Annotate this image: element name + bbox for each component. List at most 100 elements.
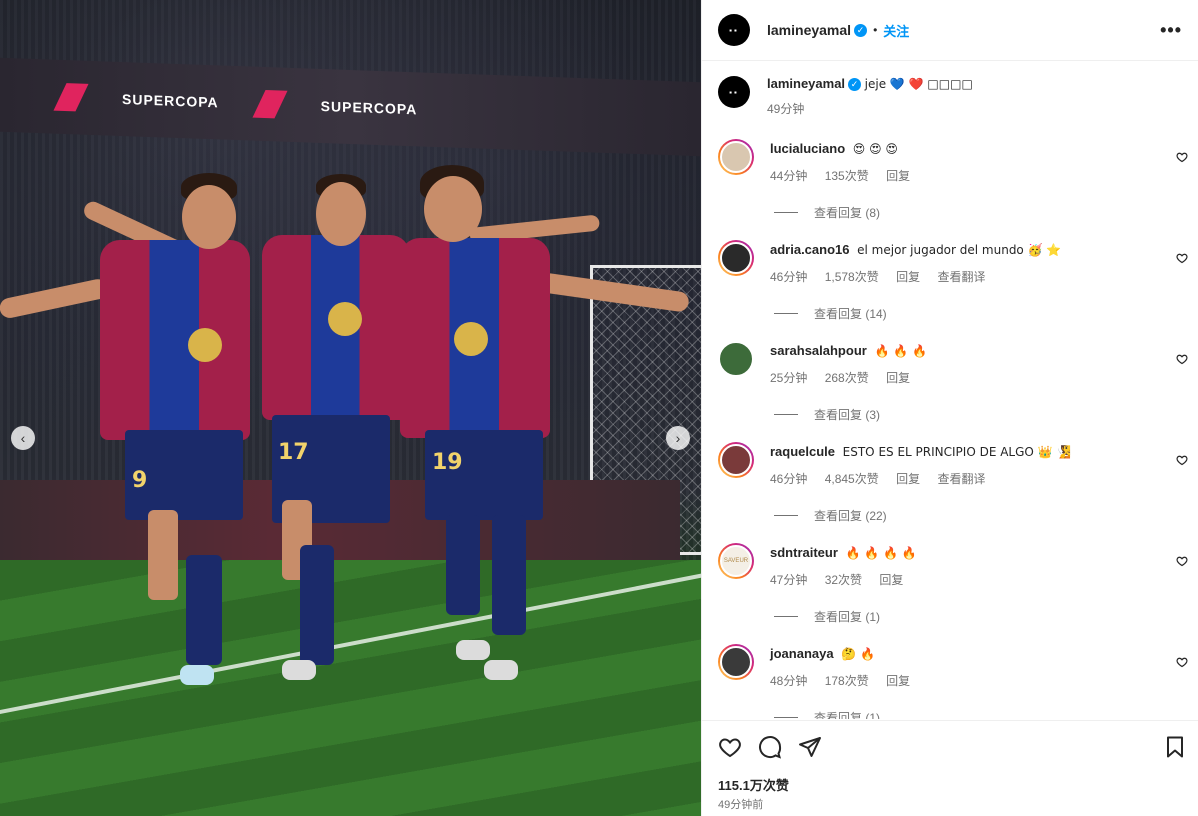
avatar-image: SAVEUR xyxy=(720,545,752,577)
view-replies-label: 查看回复 (1) xyxy=(814,610,881,624)
comment-like-icon[interactable] xyxy=(1176,151,1188,163)
view-replies-label: 查看回复 (3) xyxy=(814,408,881,422)
view-replies-button[interactable]: 查看回复 (1) xyxy=(774,709,1188,719)
comment-time: 48分钟 xyxy=(770,674,808,688)
view-replies-label: 查看回复 (1) xyxy=(814,711,881,719)
verified-icon: ✓ xyxy=(848,78,862,92)
comment-likes[interactable]: 178次赞 xyxy=(825,674,869,688)
comment-item: raquelcule ESTO ES EL PRINCIPIO DE ALGO … xyxy=(718,442,1188,524)
comment-username[interactable]: sdntraiteur xyxy=(770,545,838,560)
author-avatar[interactable]: ▪▪ xyxy=(718,14,750,46)
post-image: SUPERCOPA SUPERCOPA 9 17 19 ‹ › xyxy=(0,0,701,816)
reply-button[interactable]: 回复 xyxy=(886,371,910,385)
more-options-icon[interactable]: ••• xyxy=(1160,20,1182,41)
comment-likes[interactable]: 1,578次赞 xyxy=(825,270,879,284)
comment-username[interactable]: raquelcule xyxy=(770,444,835,459)
reply-button[interactable]: 回复 xyxy=(886,169,910,183)
view-replies-label: 查看回复 (14) xyxy=(814,307,887,321)
reply-button[interactable]: 回复 xyxy=(896,270,920,284)
translate-button[interactable]: 查看翻译 xyxy=(937,270,985,284)
commenter-avatar[interactable] xyxy=(718,240,754,276)
like-heart-icon[interactable] xyxy=(718,735,742,759)
comment-username[interactable]: adria.cano16 xyxy=(770,242,850,257)
comment-like-icon[interactable] xyxy=(1176,454,1188,466)
verified-icon: ✓ xyxy=(854,23,868,37)
chevron-right-icon: › xyxy=(675,430,681,446)
comment-likes[interactable]: 135次赞 xyxy=(825,169,869,183)
replies-divider xyxy=(774,717,798,718)
caption-time: 49分钟 xyxy=(767,102,805,117)
separator-dot: • xyxy=(873,23,878,37)
caption-username[interactable]: lamineyamal xyxy=(767,76,845,91)
follow-button[interactable]: 关注 xyxy=(883,21,909,40)
comment-text: ESTO ES EL PRINCIPIO DE ALGO 👑 🧏 xyxy=(842,445,1072,459)
comment-time: 46分钟 xyxy=(770,270,808,284)
comment-text: el mejor jugador del mundo 🥳 ⭐ xyxy=(857,243,1062,257)
caption-avatar[interactable]: ▪▪ xyxy=(718,76,750,108)
banner-slash xyxy=(53,83,89,112)
comment-time: 46分钟 xyxy=(770,472,808,486)
comment-text: 🔥 🔥 🔥 🔥 xyxy=(845,546,917,560)
commenter-avatar[interactable] xyxy=(718,442,754,478)
comment-username[interactable]: joananaya xyxy=(770,646,834,661)
comment-like-icon[interactable] xyxy=(1176,353,1188,365)
comment-likes[interactable]: 268次赞 xyxy=(825,371,869,385)
comment-like-icon[interactable] xyxy=(1176,555,1188,567)
share-icon[interactable] xyxy=(798,735,822,759)
comment-item: sarahsalahpour 🔥 🔥 🔥 25分钟 268次赞 回复 查看回复 … xyxy=(718,341,1188,423)
commenter-avatar[interactable] xyxy=(718,341,754,377)
comment-username[interactable]: sarahsalahpour xyxy=(770,343,867,358)
replies-divider xyxy=(774,313,798,314)
post-time: 49分钟前 xyxy=(718,799,764,811)
post-panel: ▪▪ lamineyamal ✓ • 关注 ••• ▪▪ lamineyamal… xyxy=(701,0,1198,816)
comment-likes[interactable]: 32次赞 xyxy=(825,573,862,587)
commenter-avatar[interactable] xyxy=(718,139,754,175)
view-replies-button[interactable]: 查看回复 (14) xyxy=(774,305,1188,322)
shorts-number: 19 xyxy=(432,450,463,475)
like-count[interactable]: 115.1万次赞 xyxy=(718,775,789,794)
view-replies-button[interactable]: 查看回复 (3) xyxy=(774,406,1188,423)
comment-icon[interactable] xyxy=(758,735,782,759)
comments-list[interactable]: ▪▪ lamineyamal ✓ jeje 💙 ❤️ □□□□ 49分钟 luci… xyxy=(702,61,1198,719)
caption-text: jeje 💙 ❤️ □□□□ xyxy=(864,77,973,91)
comment-time: 47分钟 xyxy=(770,573,808,587)
reply-button[interactable]: 回复 xyxy=(886,674,910,688)
next-image-button[interactable]: › xyxy=(666,426,690,450)
reply-button[interactable]: 回复 xyxy=(896,472,920,486)
comment-like-icon[interactable] xyxy=(1176,252,1188,264)
view-replies-button[interactable]: 查看回复 (22) xyxy=(774,507,1188,524)
reply-button[interactable]: 回复 xyxy=(879,573,903,587)
avatar-image xyxy=(718,341,754,377)
chevron-left-icon: ‹ xyxy=(20,430,26,446)
prev-image-button[interactable]: ‹ xyxy=(11,426,35,450)
view-replies-label: 查看回复 (8) xyxy=(814,206,881,220)
shorts-number: 17 xyxy=(278,440,309,465)
comment-text: 😍 😍 😍 xyxy=(852,142,898,156)
post-header: ▪▪ lamineyamal ✓ • 关注 ••• xyxy=(702,0,1198,61)
replies-divider xyxy=(774,515,798,516)
comment-likes[interactable]: 4,845次赞 xyxy=(825,472,879,486)
replies-divider xyxy=(774,212,798,213)
avatar-image xyxy=(720,444,752,476)
translate-button[interactable]: 查看翻译 xyxy=(937,472,985,486)
comment-like-icon[interactable] xyxy=(1176,656,1188,668)
comment-time: 44分钟 xyxy=(770,169,808,183)
commenter-avatar[interactable] xyxy=(718,644,754,680)
pitch xyxy=(0,560,701,816)
comment-text: 🤔 🔥 xyxy=(841,647,875,661)
banner-text: SUPERCOPA xyxy=(320,97,418,118)
action-bar: 115.1万次赞 49分钟前 xyxy=(702,720,1198,816)
avatar-image xyxy=(720,141,752,173)
commenter-avatar[interactable]: SAVEUR xyxy=(718,543,754,579)
comment-text: 🔥 🔥 🔥 xyxy=(874,344,927,358)
bookmark-icon[interactable] xyxy=(1163,735,1187,759)
view-replies-button[interactable]: 查看回复 (1) xyxy=(774,608,1188,625)
author-username[interactable]: lamineyamal xyxy=(767,22,851,38)
view-replies-button[interactable]: 查看回复 (8) xyxy=(774,204,1188,221)
comment-item: adria.cano16 el mejor jugador del mundo … xyxy=(718,240,1188,322)
avatar-image xyxy=(720,242,752,274)
comment-username[interactable]: lucialuciano xyxy=(770,141,845,156)
banner-slash xyxy=(252,90,288,119)
shorts-number: 9 xyxy=(132,468,148,493)
replies-divider xyxy=(774,616,798,617)
